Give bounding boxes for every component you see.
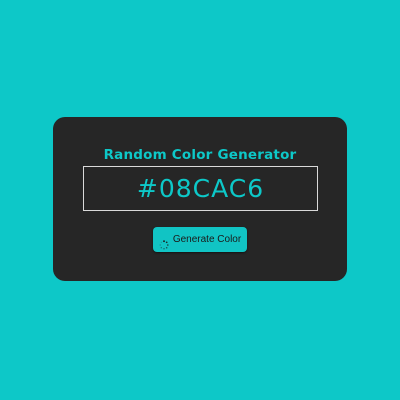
spinner-icon — [159, 235, 169, 249]
hex-value: #08CAC6 — [136, 174, 265, 203]
app-title: Random Color Generator — [103, 147, 297, 163]
page-background: { "colors": { "background": "#0dc8c8", "… — [0, 0, 400, 400]
hex-display-box: #08CAC6 — [83, 166, 318, 211]
generate-color-label: Generate Color — [172, 234, 242, 245]
generator-card: Random Color Generator #08CAC6 Generate … — [53, 117, 347, 281]
generate-color-button[interactable]: Generate Color — [153, 227, 247, 252]
